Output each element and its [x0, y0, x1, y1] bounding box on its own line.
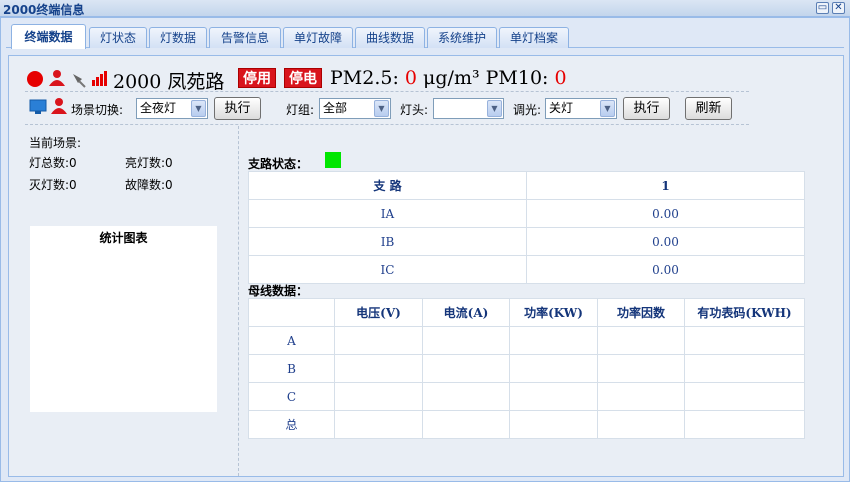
tab-system-maintenance[interactable]: 系统维护	[427, 27, 497, 48]
monitor-icon	[29, 99, 47, 114]
lamp-head-select[interactable]: ▼	[433, 98, 504, 119]
chevron-down-icon: ▼	[374, 100, 389, 117]
table-cell: 0.00	[526, 227, 805, 256]
bus-header-power: 功率(KW)	[509, 298, 598, 327]
terminal-name: 2000 凤苑路	[113, 71, 225, 93]
table-cell: IA	[248, 199, 527, 228]
refresh-button[interactable]: 刷新	[685, 97, 732, 120]
table-cell: IB	[248, 227, 527, 256]
divider	[25, 124, 749, 125]
signal-bars-icon	[92, 71, 107, 86]
table-cell: C	[248, 382, 335, 411]
table-cell: 0.00	[526, 255, 805, 284]
group-label: 灯组:	[286, 103, 315, 117]
tab-lamp-status[interactable]: 灯状态	[89, 27, 147, 48]
bus-header-active-energy: 有功表码(KWH)	[684, 298, 805, 327]
vertical-divider	[238, 126, 239, 476]
pm10-value: 0	[554, 67, 567, 89]
user-icon	[49, 70, 65, 86]
pm25-value: 0	[404, 67, 417, 89]
scene-select-value: 全夜灯	[140, 101, 177, 115]
chevron-down-icon: ▼	[191, 100, 206, 117]
off-lamps: 灭灯数:0	[29, 178, 77, 192]
chevron-down-icon: ▼	[487, 100, 502, 117]
branch-table: 支 路1 IA 0.00 IB 0.00 IC 0.00	[248, 171, 805, 284]
scene-label: 场景切换:	[71, 103, 124, 117]
pm-readout: PM2.5: 0 μg/m³ PM10: 0	[330, 67, 567, 89]
pm25-unit: μg/m³	[423, 67, 480, 89]
table-cell: A	[248, 326, 335, 355]
bus-header-current: 电流(A)	[422, 298, 510, 327]
table-cell: B	[248, 354, 335, 383]
tab-strip: 终端数据 灯状态 灯数据 告警信息 单灯故障 曲线数据 系统维护 单灯档案	[6, 21, 844, 49]
window-title: 2000终端信息	[3, 3, 85, 17]
bus-header-power-factor: 功率因数	[597, 298, 685, 327]
execute-dim-button[interactable]: 执行	[623, 97, 670, 120]
chevron-down-icon: ▼	[600, 100, 615, 117]
group-select-value: 全部	[323, 101, 348, 115]
tab-terminal-data[interactable]: 终端数据	[11, 24, 86, 49]
statistics-chart: 统计图表	[30, 226, 217, 412]
disabled-badge: 停用	[238, 68, 276, 88]
group-select[interactable]: 全部 ▼	[319, 98, 391, 119]
bus-header-blank	[248, 298, 335, 327]
branch-header-1: 1	[526, 171, 805, 200]
bus-header-voltage: 电压(V)	[334, 298, 423, 327]
table-row: B	[248, 354, 805, 383]
on-lamps: 亮灯数:0	[125, 156, 173, 170]
fault-count: 故障数:0	[125, 178, 173, 192]
table-row: IC 0.00	[248, 255, 805, 284]
table-row: IA 0.00	[248, 199, 805, 228]
table-row: A	[248, 326, 805, 355]
window-body: 终端数据 灯状态 灯数据 告警信息 单灯故障 曲线数据 系统维护 单灯档案 20…	[0, 17, 850, 482]
current-scene-label: 当前场景:	[29, 136, 82, 150]
total-lamps: 灯总数:0	[29, 156, 77, 170]
window-titlebar: 2000终端信息 ▭ ✕	[0, 0, 850, 17]
table-cell: IC	[248, 255, 527, 284]
pm25-label: PM2.5:	[330, 67, 399, 89]
alarm-red-dot-icon	[27, 71, 43, 87]
chart-title: 统计图表	[99, 231, 148, 245]
tab-alarm-info[interactable]: 告警信息	[209, 27, 281, 48]
antenna-icon	[73, 74, 86, 88]
branch-header-branch: 支 路	[248, 171, 527, 200]
execute-scene-button[interactable]: 执行	[214, 97, 261, 120]
lamp-head-label: 灯头:	[400, 103, 429, 117]
table-cell: 总	[248, 410, 335, 439]
table-row: IB 0.00	[248, 227, 805, 256]
tab-single-lamp-fault[interactable]: 单灯故障	[283, 27, 353, 48]
table-cell: 0.00	[526, 199, 805, 228]
pm10-label: PM10:	[485, 67, 549, 89]
tab-curve-data[interactable]: 曲线数据	[355, 27, 425, 48]
table-row: 总	[248, 410, 805, 439]
table-row: C	[248, 382, 805, 411]
dim-select-value: 关灯	[549, 101, 574, 115]
tab-lamp-data[interactable]: 灯数据	[149, 27, 207, 48]
power-off-badge: 停电	[284, 68, 322, 88]
divider	[25, 91, 749, 92]
user-icon-2	[51, 98, 67, 114]
terminal-data-panel: 2000 凤苑路 停用 停电 PM2.5: 0 μg/m³ PM10: 0 场景…	[8, 55, 844, 477]
close-icon[interactable]: ✕	[832, 2, 845, 14]
bus-data-title: 母线数据：	[248, 284, 309, 298]
branch-status-indicator	[325, 152, 341, 168]
dim-select[interactable]: 关灯 ▼	[545, 98, 617, 119]
dim-label: 调光:	[513, 103, 542, 117]
bus-table: 电压(V) 电流(A) 功率(KW) 功率因数 有功表码(KWH) A B C …	[248, 298, 805, 439]
restore-icon[interactable]: ▭	[816, 2, 829, 14]
branch-status-title: 支路状态：	[248, 157, 309, 171]
tab-single-lamp-archive[interactable]: 单灯档案	[499, 27, 569, 48]
scene-select[interactable]: 全夜灯 ▼	[136, 98, 208, 119]
